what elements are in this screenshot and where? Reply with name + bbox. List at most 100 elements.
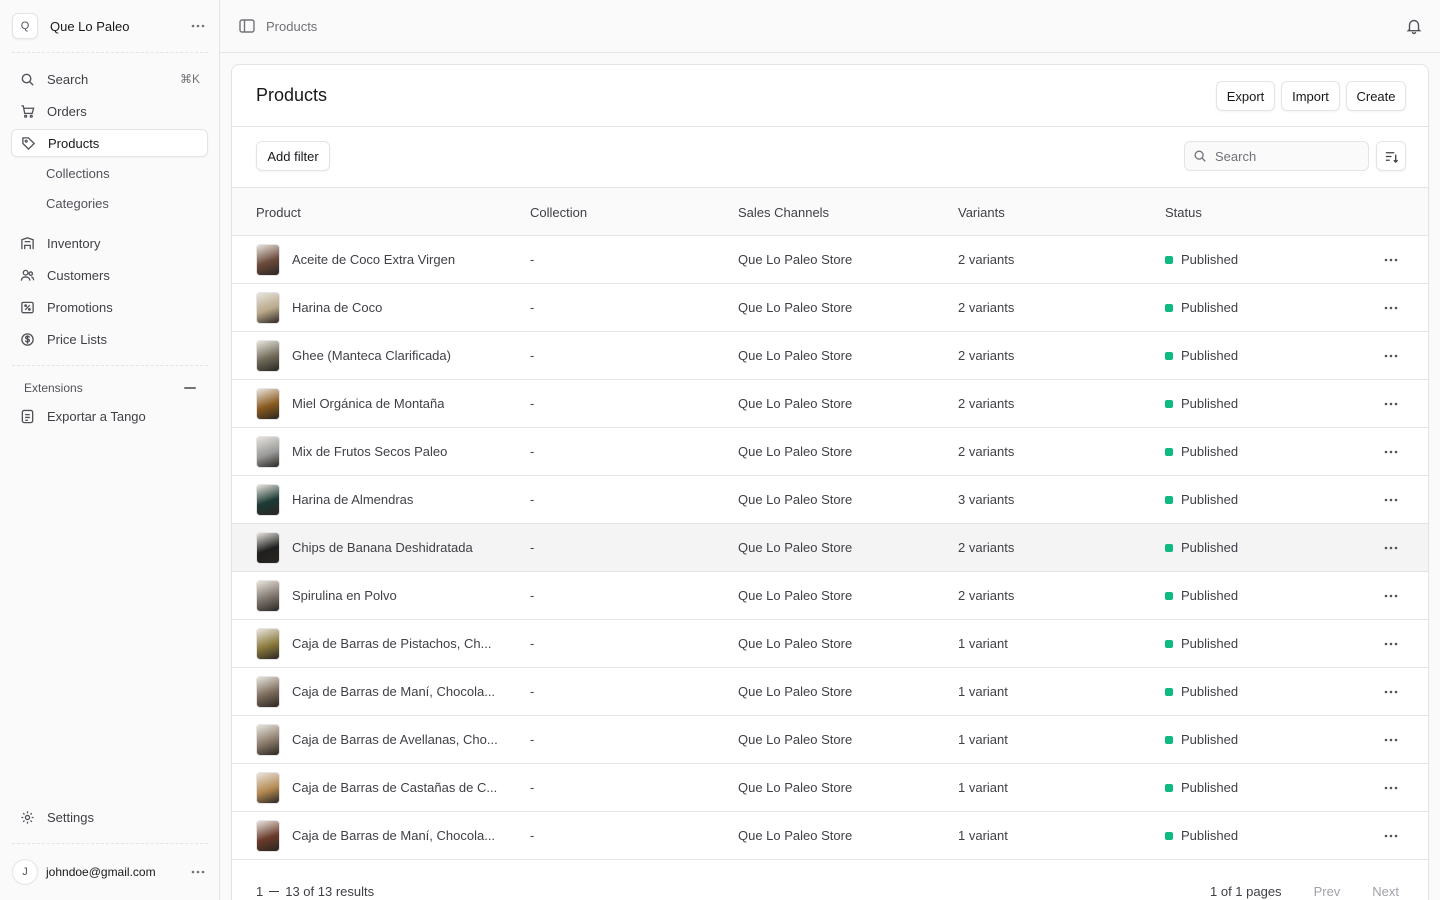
product-thumbnail [256, 627, 280, 660]
table-row[interactable]: Ghee (Manteca Clarificada) - Que Lo Paleo … [232, 332, 1428, 380]
store-avatar: Q [12, 13, 38, 39]
table-row[interactable]: Caja de Barras de Maní, Chocola... - Que L… [232, 668, 1428, 716]
row-actions-icon[interactable] [1380, 537, 1402, 559]
table-row[interactable]: Miel Orgánica de Montaña - Que Lo Paleo St… [232, 380, 1428, 428]
product-name: Caja de Barras de Pistachos, Ch... [292, 636, 492, 651]
th-status[interactable]: Status [1165, 188, 1202, 236]
user-menu[interactable]: J johndoe@gmail.com [12, 858, 208, 886]
status-dot-icon [1165, 351, 1173, 360]
table-row[interactable]: Caja de Barras de Maní, Chocola... - Que L… [232, 812, 1428, 860]
table-row[interactable]: Caja de Barras de Castañas de C... - Que L… [232, 764, 1428, 812]
collection-cell: - [530, 636, 535, 651]
th-sales-channels[interactable]: Sales Channels [738, 188, 829, 236]
status-cell: Published [1165, 236, 1238, 283]
variants-cell: 1 variant [958, 780, 1008, 795]
next-button[interactable]: Next [1372, 884, 1399, 899]
nav-orders[interactable]: Orders [11, 97, 208, 125]
th-product[interactable]: Product [256, 188, 301, 236]
product-name: Ghee (Manteca Clarificada) [292, 348, 451, 363]
row-actions-icon[interactable] [1380, 441, 1402, 463]
table-row[interactable]: Chips de Banana Deshidratada - Que Lo Pale… [232, 524, 1428, 572]
row-actions-icon[interactable] [1380, 489, 1402, 511]
variants-cell: 2 variants [958, 348, 1015, 363]
nav-inventory[interactable]: Inventory [11, 229, 208, 257]
nav-promotions[interactable]: Promotions [11, 293, 208, 321]
create-button[interactable]: Create [1346, 81, 1406, 111]
sales-channel-cell: Que Lo Paleo Store [738, 396, 853, 411]
nav-customers[interactable]: Customers [11, 261, 208, 289]
variants-cell: 2 variants [958, 396, 1015, 411]
row-actions-icon[interactable] [1380, 585, 1402, 607]
store-switcher[interactable]: Q Que Lo Paleo [12, 12, 208, 40]
status-badge: Published [1181, 828, 1239, 843]
th-variants[interactable]: Variants [958, 188, 1005, 236]
table-row[interactable]: Harina de Coco - Que Lo Paleo Store 2 varia… [232, 284, 1428, 332]
sales-channel-cell: Que Lo Paleo Store [738, 780, 853, 795]
row-actions-icon[interactable] [1380, 633, 1402, 655]
product-cell: Harina de Almendras [256, 476, 413, 523]
table-header: Product Collection Sales Channels Varian… [232, 187, 1428, 236]
row-actions-icon[interactable] [1380, 297, 1402, 319]
divider [12, 52, 208, 53]
table-row[interactable]: Spirulina en Polvo - Que Lo Paleo Store 2 v… [232, 572, 1428, 620]
variants-cell: 1 variant [958, 732, 1008, 747]
product-name: Caja de Barras de Maní, Chocola... [292, 684, 496, 699]
variants-cell: 1 variant [958, 636, 1008, 651]
product-cell: Caja de Barras de Maní, Chocola... [256, 812, 495, 859]
table-row[interactable]: Mix de Frutos Secos Paleo - Que Lo Paleo S… [232, 428, 1428, 476]
collapse-icon[interactable] [184, 387, 196, 389]
row-actions-icon[interactable] [1380, 249, 1402, 271]
export-button[interactable]: Export [1216, 81, 1275, 111]
table-row[interactable]: Aceite de Coco Extra Virgen - Que Lo Paleo… [232, 236, 1428, 284]
status-cell: Published [1165, 524, 1238, 571]
user-menu-icon[interactable] [188, 862, 208, 882]
extensions-header[interactable]: Extensions [24, 379, 196, 397]
table-row[interactable]: Caja de Barras de Pistachos, Ch... - Que L… [232, 620, 1428, 668]
search-box[interactable] [1184, 141, 1369, 171]
pagination-summary: 1 13 of 13 results [256, 884, 374, 899]
status-badge: Published [1181, 444, 1239, 459]
nav-price-lists[interactable]: Price Lists [11, 325, 208, 353]
collection-cell: - [530, 588, 535, 603]
nav-settings[interactable]: Settings [11, 803, 208, 831]
variants-cell: 2 variants [958, 540, 1015, 555]
document-icon [19, 408, 35, 424]
sort-button[interactable] [1376, 141, 1406, 171]
status-cell: Published [1165, 284, 1238, 331]
product-cell: Caja de Barras de Pistachos, Ch... [256, 620, 491, 667]
nav-collections[interactable]: Collections [46, 161, 110, 185]
breadcrumb[interactable]: Products [266, 19, 317, 34]
page-title: Products [256, 85, 328, 105]
prev-button[interactable]: Prev [1314, 884, 1341, 899]
sales-channel-cell: Que Lo Paleo Store [738, 636, 853, 651]
search-icon [1194, 150, 1206, 162]
collection-cell: - [530, 780, 535, 795]
nav-search[interactable]: Search ⌘K [11, 65, 208, 93]
bell-icon[interactable] [1405, 17, 1423, 35]
table-row[interactable]: Harina de Almendras - Que Lo Paleo Store 3 … [232, 476, 1428, 524]
store-menu-icon[interactable] [188, 16, 208, 36]
nav-categories[interactable]: Categories [46, 191, 109, 215]
collection-cell: - [530, 492, 535, 507]
row-actions-icon[interactable] [1380, 777, 1402, 799]
search-input[interactable] [1215, 148, 1365, 164]
status-cell: Published [1165, 812, 1238, 859]
row-actions-icon[interactable] [1380, 345, 1402, 367]
product-name: Aceite de Coco Extra Virgen [292, 252, 456, 267]
variants-cell: 2 variants [958, 444, 1015, 459]
collection-cell: - [530, 300, 535, 315]
row-actions-icon[interactable] [1380, 729, 1402, 751]
add-filter-button[interactable]: Add filter [256, 141, 330, 171]
product-name: Harina de Coco [292, 300, 383, 315]
nav-products[interactable]: Products [11, 129, 208, 157]
collection-cell: - [530, 348, 535, 363]
sidebar-toggle-icon[interactable] [238, 17, 256, 35]
nav-exportar-tango[interactable]: Exportar a Tango [11, 402, 208, 430]
row-actions-icon[interactable] [1380, 681, 1402, 703]
row-actions-icon[interactable] [1380, 393, 1402, 415]
th-collection[interactable]: Collection [530, 188, 587, 236]
status-cell: Published [1165, 380, 1238, 427]
table-row[interactable]: Caja de Barras de Avellanas, Cho... - Que … [232, 716, 1428, 764]
row-actions-icon[interactable] [1380, 825, 1402, 847]
import-button[interactable]: Import [1281, 81, 1340, 111]
